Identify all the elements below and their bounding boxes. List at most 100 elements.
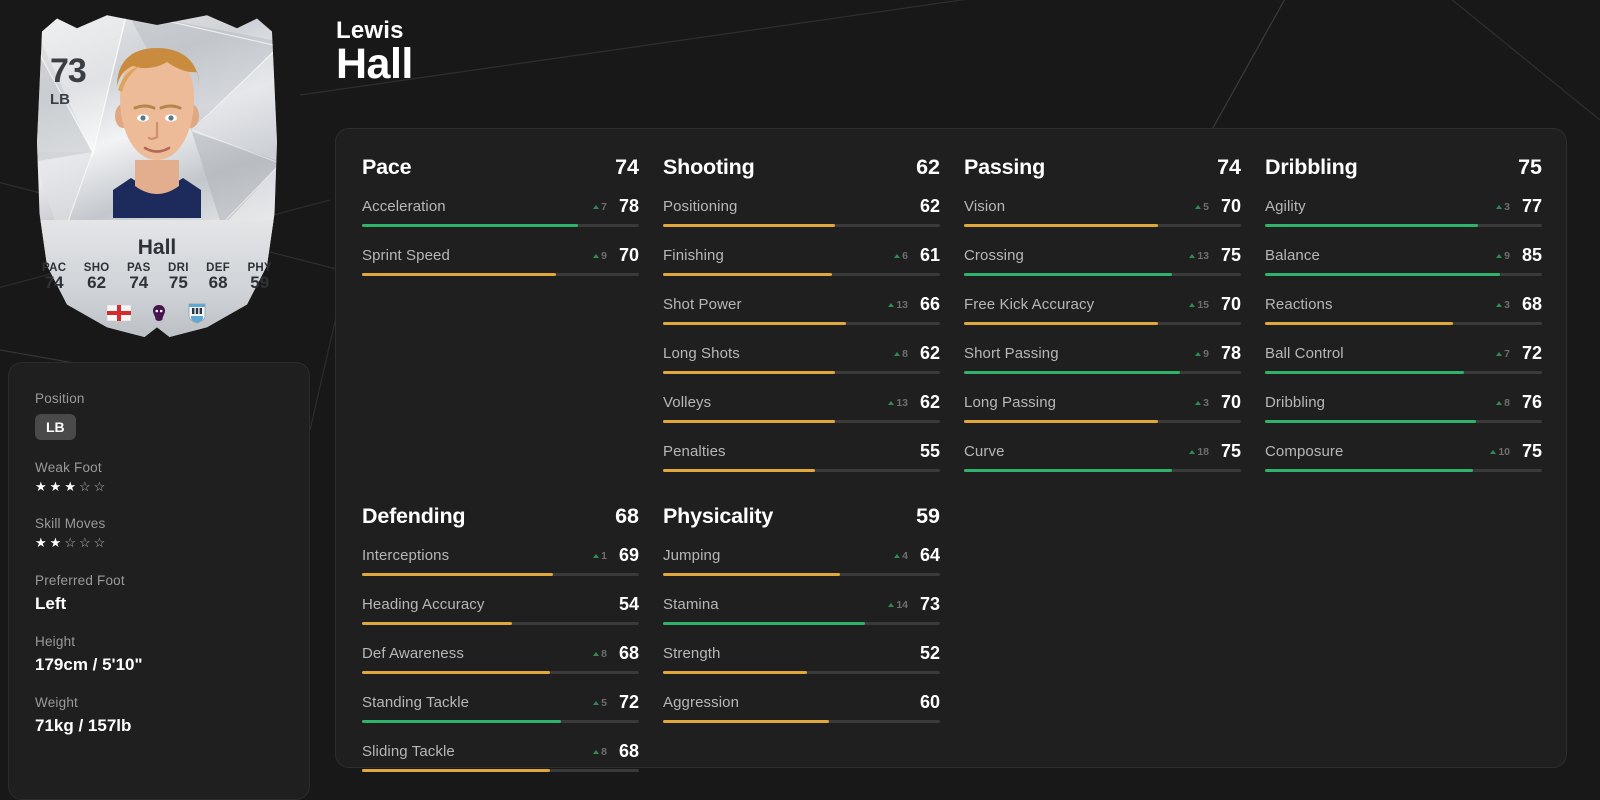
position-chip[interactable]: LB [35,414,76,440]
stat-delta-value: 5 [1203,200,1209,213]
stat-bar-fill [362,622,512,625]
up-triangle-icon [888,400,895,405]
stat-line: Balance 9 85 [1265,245,1542,266]
stat-bar-track [964,322,1241,325]
stat-row: Interceptions 1 69 [362,545,639,576]
stat-bar-fill [663,420,835,423]
stat-line: Penalties 55 [663,441,940,462]
stat-value-group: 8 62 [894,343,940,364]
stat-row: Penalties 55 [663,441,940,472]
stat-line: Long Passing 3 70 [964,392,1241,413]
stat-value-group: 62 [914,196,940,217]
stat-line: Heading Accuracy 54 [362,594,639,615]
stat-group-header: Passing 74 [964,155,1241,180]
stat-bar-fill [964,322,1158,325]
stat-value-group: 13 75 [1189,245,1241,266]
stat-value-group: 9 70 [593,245,639,266]
stat-name: Jumping [663,547,721,564]
stat-value: 76 [1521,392,1542,412]
stat-delta-increase: 13 [888,299,908,311]
stat-value: 70 [618,245,639,265]
stat-delta-increase: 14 [888,599,908,611]
stat-delta-increase: 7 [1496,348,1510,360]
stat-delta-increase: 9 [1496,250,1510,262]
stat-bar-track [964,420,1241,423]
stat-bar-track [663,573,940,576]
stat-bar-fill [663,671,808,674]
up-triangle-icon [593,651,600,656]
stat-name: Agility [1265,198,1306,215]
card-stat-pas: PAS 74 [126,262,151,292]
card-player-name: Hall [137,236,177,259]
stat-value: 75 [1220,245,1241,265]
weak-foot-label: Weak Foot [35,460,102,475]
card-stat-sho: SHO 62 [83,262,110,292]
weight-value: 71kg / 157lb [35,715,132,735]
stat-bar-track [663,224,940,227]
stat-value-group: 4 64 [894,545,940,566]
up-triangle-icon [593,553,600,558]
stat-delta-value: 9 [1203,347,1209,360]
stat-bar-fill [663,224,835,227]
detailed-stats-panel: Pace 74 Acceleration 7 78 Sprint Speed 9 70 Shoo… [335,128,1567,772]
stat-value: 70 [1220,392,1241,412]
stat-group-physicality: Physicality 59 Jumping 4 64 Stamina 14 73 Streng… [663,504,940,790]
stat-group-header: Dribbling 75 [1265,155,1542,180]
stat-value: 72 [1521,343,1542,363]
stat-bar-track [1265,322,1542,325]
stat-value: 69 [618,545,639,565]
stat-bar-fill [663,720,830,723]
stat-delta-value: 8 [1504,396,1510,409]
stat-value-group: 10 75 [1490,441,1542,462]
sidebar-field-preferred-foot: Preferred Foot Left [35,573,309,614]
stat-row: Curve 18 75 [964,441,1241,472]
stat-delta-increase: 6 [894,250,908,262]
up-triangle-icon [1496,400,1503,405]
up-triangle-icon [593,700,600,705]
stat-bar-fill [663,573,841,576]
up-triangle-icon [1496,204,1503,209]
stat-bar-track [663,720,940,723]
stat-line: Acceleration 7 78 [362,196,639,217]
stat-group-header: Physicality 59 [663,504,940,529]
stat-value-group: 15 70 [1189,294,1241,315]
stat-value: 54 [618,594,639,614]
up-triangle-icon [1189,302,1196,307]
newcastle-united-icon [188,303,206,324]
sidebar-field-weak-foot: Weak Foot ★★★☆☆ [35,460,309,494]
stat-name: Crossing [964,247,1024,264]
stat-line: Volleys 13 62 [663,392,940,413]
stat-row: Heading Accuracy 54 [362,594,639,625]
stat-value: 85 [1521,245,1542,265]
stat-delta-increase: 10 [1490,446,1510,458]
player-profile-page: 73 LB Hall PAC 74 SHO 62 PAS 74 DRI 75 D… [0,0,1600,800]
stat-value-group: 18 75 [1189,441,1241,462]
stat-row: Standing Tackle 5 72 [362,692,639,723]
stat-delta-increase: 18 [1189,446,1209,458]
stat-value: 62 [919,343,940,363]
stat-bar-track [964,469,1241,472]
stat-name: Strength [663,645,721,662]
stat-value-group: 5 72 [593,692,639,713]
sidebar-field-height: Height 179cm / 5'10" [35,634,309,675]
card-stat-dri: DRI 75 [168,262,189,292]
stat-value: 55 [919,441,940,461]
player-name-header: Lewis Hall [336,17,413,88]
player-card[interactable]: 73 LB Hall PAC 74 SHO 62 PAS 74 DRI 75 D… [32,12,282,337]
stat-value: 68 [618,643,639,663]
stat-group-total: 75 [1518,155,1542,179]
stat-line: Vision 5 70 [964,196,1241,217]
stat-group-total: 74 [615,155,639,179]
stat-bar-fill [964,469,1172,472]
stat-delta-value: 9 [601,249,607,262]
stat-row: Composure 10 75 [1265,441,1542,472]
stat-delta-value: 8 [902,347,908,360]
up-triangle-icon [894,253,901,258]
stat-bar-fill [1265,224,1479,227]
stat-bar-fill [663,273,832,276]
stat-delta-increase: 13 [1189,250,1209,262]
stat-value: 52 [919,643,940,663]
stat-group-header: Pace 74 [362,155,639,180]
stat-row: Vision 5 70 [964,196,1241,227]
stat-group-title: Pace [362,155,412,179]
